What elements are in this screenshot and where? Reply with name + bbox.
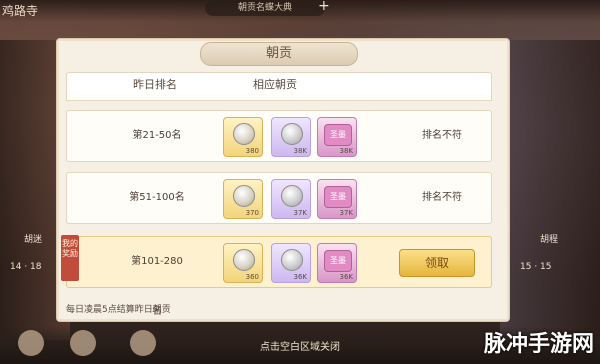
side-number-left: 14 · 18 <box>10 262 42 272</box>
coin-icon <box>281 249 303 271</box>
watermark-logo: 脉冲手游网 <box>483 332 594 357</box>
reward-gold[interactable]: 380 <box>223 117 263 157</box>
reward-qty: 36K <box>339 273 354 281</box>
reward-gold[interactable]: 360 <box>223 243 263 283</box>
reward-qty: 37K <box>339 209 354 217</box>
reward-qty: 36K <box>293 273 308 281</box>
rank-range: 第51-100名 <box>129 192 185 203</box>
table-row: 第21-50名 380 38K 圣墨 38K 排名不符 <box>66 110 492 162</box>
coin-icon <box>281 123 303 145</box>
rank-range: 第101-280名 <box>131 256 183 317</box>
seal-icon: 圣墨 <box>324 250 352 272</box>
coin-icon <box>281 185 303 207</box>
settlement-note: 每日凌晨5点结算昨日朝贡 <box>66 305 171 315</box>
reward-qty: 37K <box>293 209 308 217</box>
reward-qty: 380 <box>245 147 259 155</box>
plus-icon[interactable]: + <box>318 0 330 14</box>
character-right <box>500 40 600 340</box>
reward-qty: 370 <box>245 209 259 217</box>
side-label-left: 胡迷 <box>24 235 43 245</box>
table-row: 第51-100名 370 37K 圣墨 37K 排名不符 <box>66 172 492 224</box>
reward-pink[interactable]: 圣墨 36K <box>317 243 357 283</box>
table-row-my-reward: 我的奖励 第101-280名 360 36K 圣墨 36K 领取 <box>61 235 492 317</box>
reward-qty: 38K <box>293 147 308 155</box>
table-header: 昨日排名 相应朝贡 <box>66 72 492 96</box>
coin-icon <box>233 249 255 271</box>
reward-qty: 38K <box>339 147 354 155</box>
header-rank: 昨日排名 <box>133 78 177 91</box>
my-reward-ribbon: 我的奖励 <box>61 235 79 281</box>
location-label: 鸡路寺 <box>2 4 39 18</box>
event-title-pill: 朝贡名蝶大典 <box>205 0 325 16</box>
rank-range: 第21-50名 <box>132 130 182 141</box>
seal-icon: 圣墨 <box>324 124 352 146</box>
claim-button[interactable]: 领取 <box>399 249 475 277</box>
panel-title: 朝贡 <box>200 42 358 66</box>
header-tribute: 相应朝贡 <box>253 78 297 91</box>
reward-qty: 360 <box>245 273 259 281</box>
reward-purple[interactable]: 36K <box>271 243 311 283</box>
reward-purple[interactable]: 37K <box>271 179 311 219</box>
coin-icon <box>233 123 255 145</box>
reward-pink[interactable]: 圣墨 37K <box>317 179 357 219</box>
row-status: 排名不符 <box>422 130 462 141</box>
coin-icon <box>233 185 255 207</box>
side-label-right: 胡程 <box>540 235 559 245</box>
reward-purple[interactable]: 38K <box>271 117 311 157</box>
scrolled-row-partial <box>66 94 492 101</box>
reward-pink[interactable]: 圣墨 38K <box>317 117 357 157</box>
row-status: 排名不符 <box>422 192 462 203</box>
seal-icon: 圣墨 <box>324 186 352 208</box>
side-number-right: 15 · 15 <box>520 262 552 272</box>
reward-gold[interactable]: 370 <box>223 179 263 219</box>
